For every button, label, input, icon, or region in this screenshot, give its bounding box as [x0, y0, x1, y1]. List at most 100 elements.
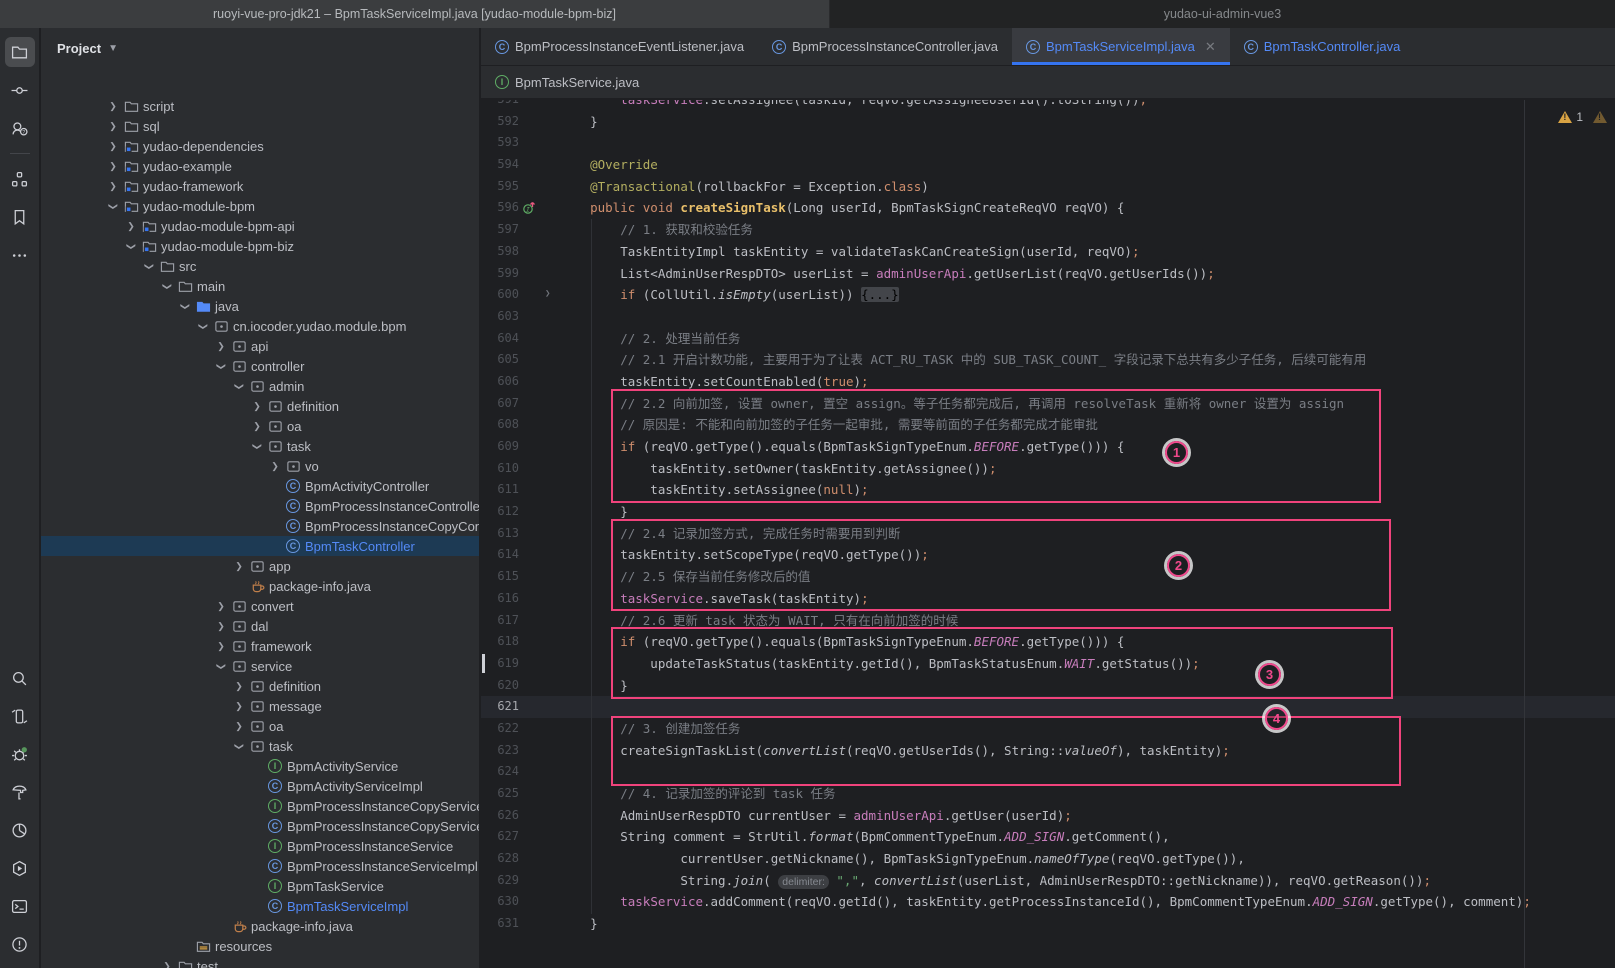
tree-item-bpmtaskserviceimpl[interactable]: C BpmTaskServiceImpl [41, 896, 479, 916]
tree-item-resources[interactable]: resources [41, 936, 479, 956]
front-window-titlebar[interactable]: ruoyi-vue-pro-jdk21 – BpmTaskServiceImpl… [0, 0, 830, 28]
tree-item-bpmactivityservice[interactable]: I BpmActivityService [41, 756, 479, 776]
gutter-line-600[interactable]: 600 ❯ [481, 284, 560, 306]
gutter-line-631[interactable]: 631 [481, 913, 560, 935]
gutter-line-620[interactable]: 620 [481, 675, 560, 697]
tree-expand-chevron-icon[interactable]: ❯ [104, 101, 122, 112]
tree-expand-chevron-icon[interactable]: ❯ [230, 701, 248, 712]
gutter-line-617[interactable]: 617 [481, 610, 560, 632]
project-tool-icon[interactable] [5, 37, 35, 67]
gutter-line-626[interactable]: 626 [481, 805, 560, 827]
tree-expand-chevron-icon[interactable]: ❯ [144, 257, 155, 275]
tab-bpmprocessinstancecontroller-java[interactable]: C BpmProcessInstanceController.java [758, 28, 1012, 65]
tree-expand-chevron-icon[interactable]: ❯ [230, 681, 248, 692]
tree-item-bpmtaskservice[interactable]: I BpmTaskService [41, 876, 479, 896]
commit-tool-icon[interactable] [5, 75, 35, 105]
tree-item-controller[interactable]: ❯ controller [41, 356, 479, 376]
tree-item-service[interactable]: ❯ service [41, 656, 479, 676]
tree-expand-chevron-icon[interactable]: ❯ [212, 341, 230, 352]
gutter-line-615[interactable]: 615 [481, 566, 560, 588]
tree-item-task[interactable]: ❯ task [41, 736, 479, 756]
tree-expand-chevron-icon[interactable]: ❯ [212, 621, 230, 632]
gutter-line-629[interactable]: 629 [481, 870, 560, 892]
gutter-line-596[interactable]: 596 I [481, 197, 560, 219]
pull-requests-icon[interactable]: ? [5, 113, 35, 143]
code-line-595[interactable]: 595 @Transactional(rollbackFor = Excepti… [481, 176, 1615, 198]
tree-expand-chevron-icon[interactable]: ❯ [266, 461, 284, 472]
code-line-621[interactable]: 621 [481, 696, 1615, 718]
bookmarks-icon[interactable] [5, 202, 35, 232]
tree-item-bpmprocessinstanceserviceimpl[interactable]: C BpmProcessInstanceServiceImpl [41, 856, 479, 876]
profiler-icon[interactable] [5, 815, 35, 845]
gutter-line-621[interactable]: 621 [481, 696, 560, 718]
gutter-line-603[interactable]: 603 [481, 306, 560, 328]
gutter-line-614[interactable]: 614 [481, 544, 560, 566]
gutter-line-595[interactable]: 595 [481, 176, 560, 198]
gutter-line-605[interactable]: 605 [481, 349, 560, 371]
tree-item-yudao-framework[interactable]: ❯ yudao-framework [41, 176, 479, 196]
tree-expand-chevron-icon[interactable]: ❯ [230, 721, 248, 732]
services-icon[interactable] [5, 853, 35, 883]
code-line-626[interactable]: 626 AdminUserRespDTO currentUser = admin… [481, 805, 1615, 827]
tree-item-definition[interactable]: ❯ definition [41, 396, 479, 416]
gutter-line-628[interactable]: 628 [481, 848, 560, 870]
tree-item-yudao-example[interactable]: ❯ yudao-example [41, 156, 479, 176]
code-line-605[interactable]: 605 // 2.1 开启计数功能, 主要用于为了让表 ACT_RU_TASK … [481, 349, 1615, 371]
gutter-line-627[interactable]: 627 [481, 826, 560, 848]
tab-bpmprocessinstanceeventlistener-java[interactable]: C BpmProcessInstanceEventListener.java [481, 28, 758, 65]
tree-expand-chevron-icon[interactable]: ❯ [216, 657, 227, 675]
code-line-599[interactable]: 599 List<AdminUserRespDTO> userList = ad… [481, 263, 1615, 285]
gutter-line-609[interactable]: 609 [481, 436, 560, 458]
code-line-628[interactable]: 628 currentUser.getNickname(), BpmTaskSi… [481, 848, 1615, 870]
gutter-line-593[interactable]: 593 [481, 132, 560, 154]
tree-item-task[interactable]: ❯ task [41, 436, 479, 456]
code-line-603[interactable]: 603 [481, 306, 1615, 328]
code-line-598[interactable]: 598 TaskEntityImpl taskEntity = validate… [481, 241, 1615, 263]
code-line-631[interactable]: 631 } [481, 913, 1615, 935]
tree-item-definition[interactable]: ❯ definition [41, 676, 479, 696]
code-editor[interactable]: 591 taskService.setAssignee(taskId, reqV… [481, 100, 1615, 968]
tab-bpmtaskservice-java[interactable]: I BpmTaskService.java [481, 66, 653, 98]
tree-expand-chevron-icon[interactable]: ❯ [212, 601, 230, 612]
tree-item-yudao-module-bpm-api[interactable]: ❯ yudao-module-bpm-api [41, 216, 479, 236]
tree-item-test[interactable]: ❯ test [41, 956, 479, 968]
tree-item-src[interactable]: ❯ src [41, 256, 479, 276]
run-tool-icon[interactable] [5, 701, 35, 731]
structure-tool-icon[interactable] [5, 164, 35, 194]
tree-expand-chevron-icon[interactable]: ❯ [122, 221, 140, 232]
gutter-line-599[interactable]: 599 [481, 263, 560, 285]
gutter-line-598[interactable]: 598 [481, 241, 560, 263]
tree-expand-chevron-icon[interactable]: ❯ [216, 357, 227, 375]
tree-expand-chevron-icon[interactable]: ❯ [234, 737, 245, 755]
tree-expand-chevron-icon[interactable]: ❯ [248, 401, 266, 412]
gutter-line-597[interactable]: 597 [481, 219, 560, 241]
debug-icon[interactable] [5, 739, 35, 769]
gutter-line-624[interactable]: 624 [481, 761, 560, 783]
tree-expand-chevron-icon[interactable]: ❯ [180, 297, 191, 315]
tree-item-bpmactivityserviceimpl[interactable]: C BpmActivityServiceImpl [41, 776, 479, 796]
tree-item-bpmprocessinstancecopycontroller[interactable]: C BpmProcessInstanceCopyController [41, 516, 479, 536]
close-icon[interactable]: ✕ [1205, 39, 1216, 55]
inspections-widget[interactable]: 1 [1558, 110, 1607, 124]
code-line-593[interactable]: 593 [481, 132, 1615, 154]
tree-item-yudao-dependencies[interactable]: ❯ yudao-dependencies [41, 136, 479, 156]
gutter-line-618[interactable]: 618 [481, 631, 560, 653]
back-window-titlebar[interactable]: yudao-ui-admin-vue3 [830, 0, 1615, 28]
tree-expand-chevron-icon[interactable]: ❯ [104, 161, 122, 172]
gutter-line-604[interactable]: 604 [481, 328, 560, 350]
code-line-591[interactable]: 591 taskService.setAssignee(taskId, reqV… [481, 100, 1615, 111]
terminal-icon[interactable] [5, 891, 35, 921]
tree-expand-chevron-icon[interactable]: ❯ [126, 237, 137, 255]
search-icon[interactable] [5, 663, 35, 693]
more-tools-icon[interactable] [5, 240, 35, 270]
gutter-line-630[interactable]: 630 [481, 891, 560, 913]
code-line-597[interactable]: 597 // 1. 获取和校验任务 [481, 219, 1615, 241]
tree-item-script[interactable]: ❯ script [41, 96, 479, 116]
code-line-594[interactable]: 594 @Override [481, 154, 1615, 176]
gutter-line-619[interactable]: 619 [481, 653, 560, 675]
code-lines[interactable]: 591 taskService.setAssignee(taskId, reqV… [481, 100, 1615, 935]
tree-item-message[interactable]: ❯ message [41, 696, 479, 716]
tree-item-app[interactable]: ❯ app [41, 556, 479, 576]
tree-item-bpmprocessinstanceservice[interactable]: I BpmProcessInstanceService [41, 836, 479, 856]
tree-expand-chevron-icon[interactable]: ❯ [104, 121, 122, 132]
